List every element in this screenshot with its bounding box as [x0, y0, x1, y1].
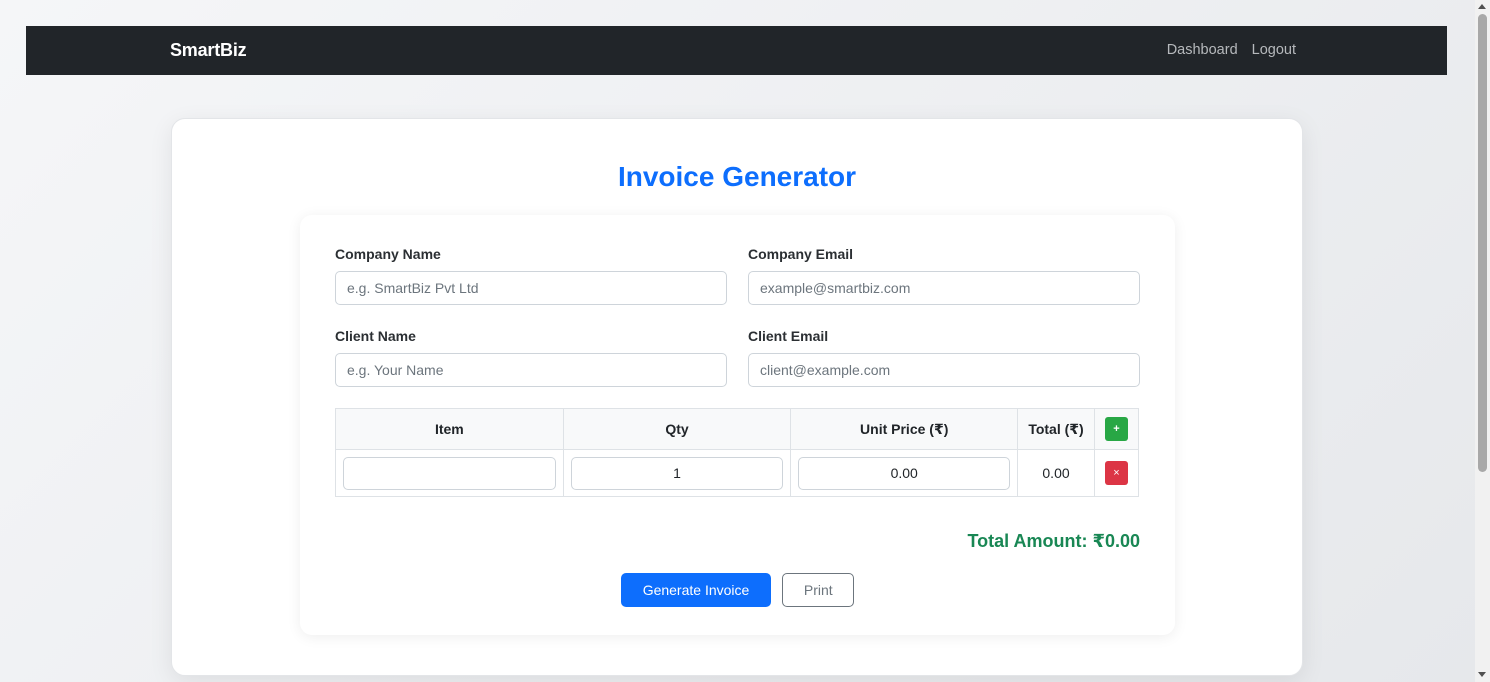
- invoice-items-table: Item Qty Unit Price (₹) Total (₹) + 1 0.…: [335, 408, 1140, 497]
- vertical-scrollbar[interactable]: [1475, 0, 1490, 682]
- unit-price-input[interactable]: [798, 456, 1011, 490]
- col-header-actions: +: [1093, 408, 1140, 450]
- generate-invoice-button[interactable]: Generate Invoice: [620, 573, 772, 607]
- top-navbar: SmartBiz Dashboard Logout: [26, 26, 1447, 75]
- add-row-button[interactable]: +: [1104, 417, 1128, 441]
- company-name-label: Company Name: [335, 246, 441, 262]
- company-name-field: Company Name: [335, 246, 727, 305]
- col-header-unit-price: Unit Price (₹): [790, 408, 1019, 450]
- qty-cell: [562, 449, 792, 497]
- row-total: 0.00: [1017, 449, 1095, 497]
- table-row: 0.00 ×: [335, 449, 1140, 497]
- print-button[interactable]: Print: [782, 573, 855, 607]
- scroll-up-icon[interactable]: [1478, 4, 1486, 9]
- brand-logo[interactable]: SmartBiz: [170, 40, 247, 61]
- item-cell: [335, 449, 564, 497]
- item-input[interactable]: [343, 456, 556, 490]
- client-name-field: Client Name: [335, 328, 727, 387]
- unit-price-cell: [790, 449, 1019, 497]
- main-card: Invoice Generator Company Name Company E…: [171, 118, 1303, 676]
- nav-links: Dashboard Logout: [1167, 42, 1296, 58]
- col-header-qty: Qty: [562, 408, 792, 450]
- nav-link-logout[interactable]: Logout: [1252, 42, 1296, 58]
- scrollbar-thumb[interactable]: [1478, 14, 1487, 472]
- client-email-label: Client Email: [748, 328, 829, 344]
- col-header-item: Item: [335, 408, 564, 450]
- form-actions: Generate Invoice Print: [300, 573, 1175, 607]
- total-amount: Total Amount: ₹0.00: [967, 531, 1140, 551]
- company-name-input[interactable]: [335, 271, 727, 305]
- remove-row-button[interactable]: ×: [1104, 461, 1128, 485]
- company-email-field: Company Email: [748, 246, 1140, 305]
- invoice-form-panel: Company Name Company Email Client Name C…: [300, 215, 1175, 635]
- company-email-label: Company Email: [748, 246, 854, 262]
- client-name-input[interactable]: [335, 353, 727, 387]
- col-header-total: Total (₹): [1017, 408, 1095, 450]
- row-actions-cell: ×: [1093, 449, 1140, 497]
- client-name-label: Client Name: [335, 328, 416, 344]
- client-email-field: Client Email: [748, 328, 1140, 387]
- table-header-row: Item Qty Unit Price (₹) Total (₹) +: [335, 408, 1140, 450]
- scroll-down-icon[interactable]: [1478, 672, 1486, 677]
- client-email-input[interactable]: [748, 353, 1140, 387]
- company-email-input[interactable]: [748, 271, 1140, 305]
- nav-link-dashboard[interactable]: Dashboard: [1167, 42, 1238, 58]
- qty-input[interactable]: [570, 456, 784, 490]
- page-title: Invoice Generator: [617, 161, 857, 192]
